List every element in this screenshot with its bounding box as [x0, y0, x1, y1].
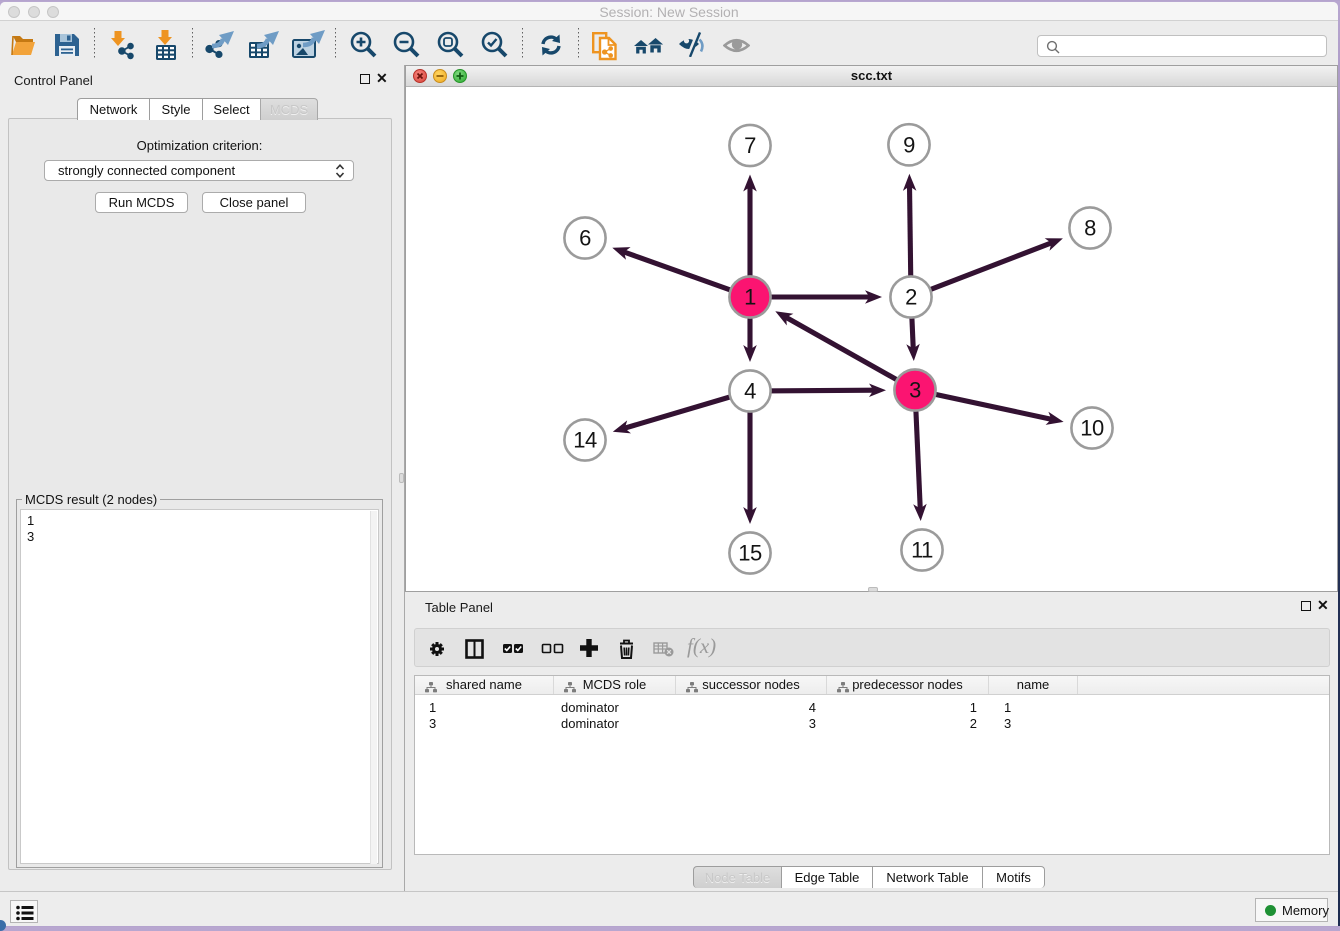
svg-text:8: 8: [1084, 216, 1096, 241]
svg-text:2: 2: [905, 285, 917, 310]
svg-text:10: 10: [1080, 416, 1104, 441]
svg-text:3: 3: [909, 378, 921, 403]
svg-text:15: 15: [738, 541, 762, 566]
svg-text:4: 4: [744, 379, 756, 404]
svg-text:9: 9: [903, 132, 915, 157]
svg-text:6: 6: [579, 226, 591, 251]
svg-text:7: 7: [744, 133, 756, 158]
svg-text:1: 1: [744, 285, 756, 310]
svg-text:11: 11: [911, 538, 933, 563]
svg-text:14: 14: [573, 428, 597, 453]
